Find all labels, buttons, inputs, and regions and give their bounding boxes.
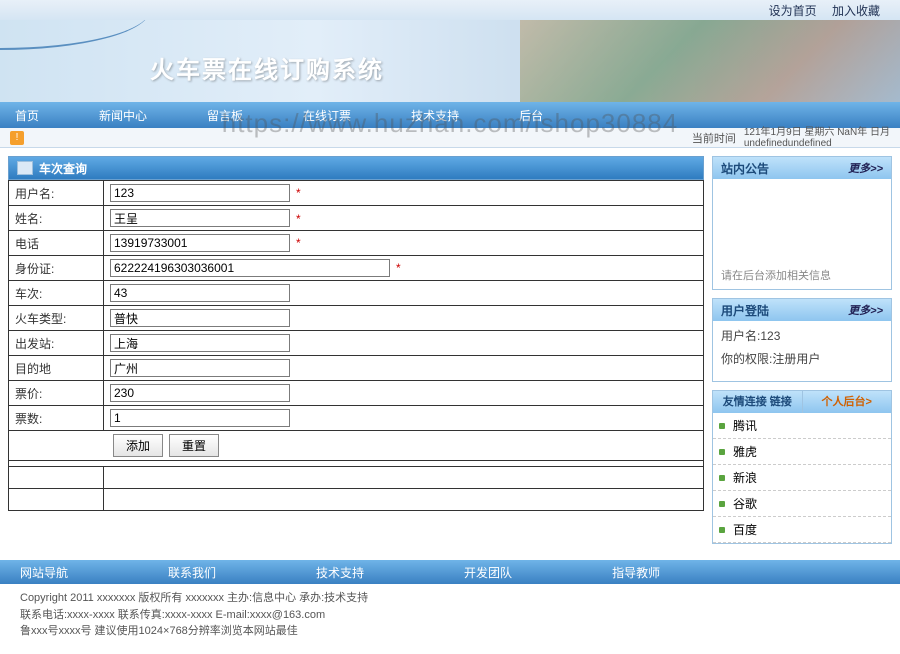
friend-link-item[interactable]: 百度 [713, 517, 891, 543]
required-mark: * [396, 261, 401, 275]
field-input-4[interactable] [110, 284, 290, 302]
login-box: 用户登陆 更多>> 用户名:123 你的权限:注册用户 [712, 298, 892, 382]
add-favorite-link[interactable]: 加入收藏 [832, 4, 880, 18]
required-mark: * [296, 186, 301, 200]
empty-cell [104, 467, 704, 489]
main-panel: 车次查询 用户名: * 姓名: * 电话 * 身份证: * 车次:火车类型:出发站:目的地票价:… [8, 156, 704, 511]
login-more-link[interactable]: 更多>> [848, 302, 883, 318]
field-label: 票价: [9, 381, 104, 406]
field-input-1[interactable] [110, 209, 290, 227]
announce-title: 站内公告 [721, 160, 769, 177]
sidebar: 站内公告 更多>> 请在后台添加相关信息 用户登陆 更多>> 用户名:123 [712, 156, 892, 552]
field-input-0[interactable] [110, 184, 290, 202]
required-mark: * [296, 212, 301, 226]
top-link-bar: 设为首页 加入收藏 [0, 0, 900, 20]
empty-cell [104, 489, 704, 511]
field-label: 出发站: [9, 331, 104, 356]
nav-booking[interactable]: 在线订票 [303, 107, 351, 124]
field-label: 电话 [9, 231, 104, 256]
field-input-7[interactable] [110, 359, 290, 377]
friend-link-item[interactable]: 腾讯 [713, 413, 891, 439]
field-input-8[interactable] [110, 384, 290, 402]
time-label: 当前时间 [692, 130, 736, 146]
field-input-6[interactable] [110, 334, 290, 352]
friend-link-label: 新浪 [733, 469, 757, 486]
tab-personal-admin[interactable]: 个人后台> [803, 391, 892, 413]
info-bar: ! 当前时间 121年1月9日 星期六 NaN年 日月 undefinedund… [0, 128, 900, 148]
field-label: 身份证: [9, 256, 104, 281]
tab-friend-links[interactable]: 友情连接 链接 [713, 391, 803, 413]
empty-cell [9, 489, 104, 511]
footer-nav: 网站导航 联系我们 技术支持 开发团队 指导教师 [0, 560, 900, 584]
set-home-link[interactable]: 设为首页 [769, 4, 817, 18]
nav-support[interactable]: 技术支持 [411, 107, 459, 124]
add-button[interactable]: 添加 [113, 434, 163, 457]
field-label: 车次: [9, 281, 104, 306]
bullet-icon [719, 501, 725, 507]
time-value: 121年1月9日 星期六 NaN年 日月 undefinedundefined [744, 127, 890, 149]
panel-title: 车次查询 [39, 160, 87, 177]
footer-nav-team[interactable]: 开发团队 [464, 564, 512, 581]
field-label: 姓名: [9, 206, 104, 231]
announce-placeholder: 请在后台添加相关信息 [721, 267, 883, 283]
reset-button[interactable]: 重置 [169, 434, 219, 457]
nav-home[interactable]: 首页 [15, 107, 39, 124]
nav-admin[interactable]: 后台 [519, 107, 543, 124]
footer-text: Copyright 2011 xxxxxxx 版权所有 xxxxxxx 主办:信… [0, 584, 900, 654]
announce-box: 站内公告 更多>> 请在后台添加相关信息 [712, 156, 892, 290]
banner-decoration [0, 20, 150, 50]
footer-nav-sitemap[interactable]: 网站导航 [20, 564, 68, 581]
banner-image-facade [520, 20, 900, 102]
query-form: 用户名: * 姓名: * 电话 * 身份证: * 车次:火车类型:出发站:目的地票价:票数: 添加… [8, 180, 704, 511]
friend-link-label: 谷歌 [733, 495, 757, 512]
form-panel-header: 车次查询 [8, 156, 704, 180]
field-label: 票数: [9, 406, 104, 431]
required-mark: * [296, 236, 301, 250]
banner: 火车票在线订购系统 [0, 20, 900, 102]
footer-nav-support[interactable]: 技术支持 [316, 564, 364, 581]
warning-icon: ! [10, 131, 24, 145]
nav-guestbook[interactable]: 留言板 [207, 107, 243, 124]
field-input-3[interactable] [110, 259, 390, 277]
friend-link-label: 雅虎 [733, 443, 757, 460]
site-title: 火车票在线订购系统 [150, 50, 384, 85]
links-box: 友情连接 链接 个人后台> 腾讯雅虎新浪谷歌百度 [712, 390, 892, 544]
empty-cell [9, 467, 104, 489]
friend-link-item[interactable]: 谷歌 [713, 491, 891, 517]
bullet-icon [719, 475, 725, 481]
field-label: 目的地 [9, 356, 104, 381]
friend-link-item[interactable]: 新浪 [713, 465, 891, 491]
friend-link-label: 腾讯 [733, 417, 757, 434]
login-user-row: 用户名:123 [721, 327, 883, 344]
footer-nav-contact[interactable]: 联系我们 [168, 564, 216, 581]
friend-link-item[interactable]: 雅虎 [713, 439, 891, 465]
field-input-9[interactable] [110, 409, 290, 427]
field-label: 火车类型: [9, 306, 104, 331]
bullet-icon [719, 527, 725, 533]
field-input-2[interactable] [110, 234, 290, 252]
login-role-row: 你的权限:注册用户 [721, 350, 883, 367]
announce-more-link[interactable]: 更多>> [848, 160, 883, 176]
bullet-icon [719, 423, 725, 429]
footer-nav-advisor[interactable]: 指导教师 [612, 564, 660, 581]
bullet-icon [719, 449, 725, 455]
main-nav: 首页 新闻中心 留言板 在线订票 技术支持 后台 [0, 102, 900, 128]
friend-link-label: 百度 [733, 521, 757, 538]
monitor-icon [17, 161, 33, 175]
field-input-5[interactable] [110, 309, 290, 327]
nav-news[interactable]: 新闻中心 [99, 107, 147, 124]
field-label: 用户名: [9, 181, 104, 206]
login-title: 用户登陆 [721, 302, 769, 319]
